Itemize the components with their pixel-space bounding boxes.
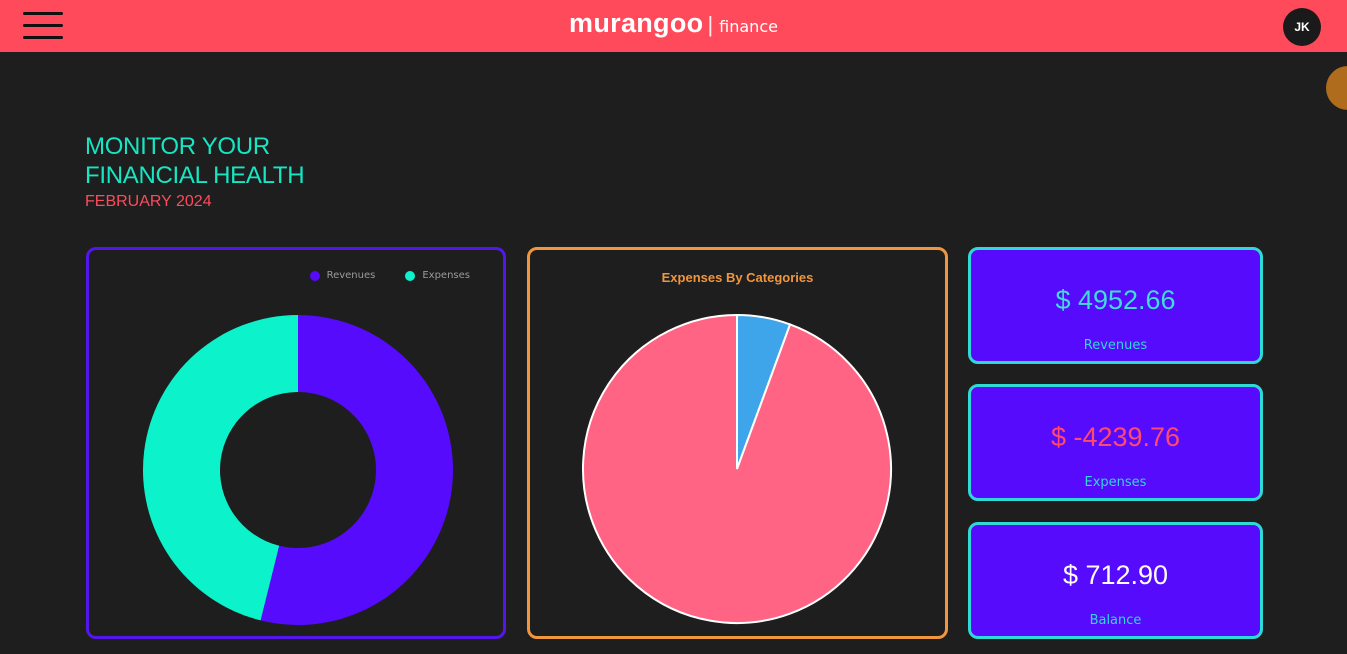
- brand-name: murangoo: [569, 8, 704, 38]
- page-title-line-2: FINANCIAL HEALTH: [85, 162, 305, 189]
- user-avatar[interactable]: JK: [1283, 8, 1321, 46]
- page-title-line-1: MONITOR YOUR: [85, 133, 270, 160]
- balance-value: $ 712.90: [1062, 560, 1169, 590]
- donut-chart[interactable]: [89, 250, 503, 636]
- expenses-by-category-card: Expenses By Categories: [527, 247, 948, 639]
- revenues-stat-card: $ 4952.66 Revenues: [968, 247, 1263, 364]
- expenses-stat-card: $ -4239.76 Expenses: [968, 384, 1263, 501]
- brand-separator: |: [707, 12, 714, 37]
- period-label: FEBRUARY 2024: [85, 193, 212, 210]
- brand-subtitle: finance: [719, 17, 778, 36]
- revenues-value: $ 4952.66: [1055, 285, 1176, 315]
- floating-action-button[interactable]: [1326, 66, 1347, 110]
- pie-chart[interactable]: [530, 250, 945, 636]
- slice-segment-2[interactable]: [582, 313, 892, 624]
- expenses-value: $ -4239.76: [1050, 422, 1181, 452]
- page-title: MONITOR YOUR FINANCIAL HEALTH: [85, 132, 305, 190]
- revenues-label: Revenues: [1083, 338, 1148, 353]
- balance-label: Balance: [1089, 613, 1142, 628]
- balance-stat-card: $ 712.90 Balance: [968, 522, 1263, 639]
- expenses-label: Expenses: [1084, 475, 1147, 490]
- brand-logo[interactable]: murangoo | finance: [0, 8, 1347, 39]
- top-navigation-bar: murangoo | finance JK: [0, 0, 1347, 52]
- revenue-expense-donut-card: Revenues Expenses: [86, 247, 506, 639]
